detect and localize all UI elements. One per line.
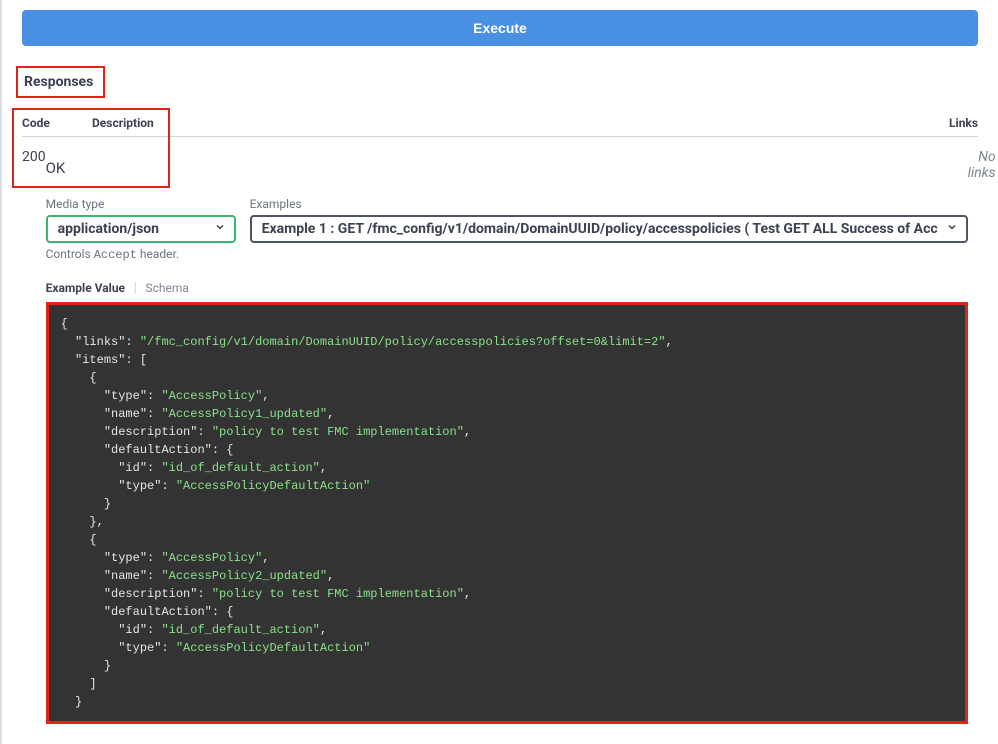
hint-suffix: header. xyxy=(137,247,179,261)
media-type-value: application/json xyxy=(58,221,206,237)
hint-prefix: Controls xyxy=(46,247,94,261)
response-code: 200 xyxy=(22,147,46,165)
examples-block: Examples Example 1 : GET /fmc_config/v1/… xyxy=(250,197,968,262)
column-header-links: Links xyxy=(918,116,978,130)
media-type-select[interactable]: application/json xyxy=(46,215,236,243)
example-code-highlight: { "links": "/fmc_config/v1/domain/Domain… xyxy=(46,302,968,724)
chevron-down-icon xyxy=(214,221,226,237)
media-examples-row: Media type application/json Controls Acc… xyxy=(46,197,968,262)
response-status-text: OK xyxy=(46,159,968,177)
responses-heading: Responses xyxy=(16,66,105,98)
hint-code: Accept xyxy=(94,248,137,262)
examples-value: Example 1 : GET /fmc_config/v1/domain/Do… xyxy=(262,221,938,237)
tab-schema[interactable]: Schema xyxy=(145,281,188,295)
response-table-header: Code Description Links xyxy=(22,116,978,137)
example-response-body[interactable]: { "links": "/fmc_config/v1/domain/Domain… xyxy=(49,305,965,721)
execute-button[interactable]: Execute xyxy=(22,10,978,46)
api-responses-panel: Execute Responses Code Description Links… xyxy=(0,0,998,744)
tab-separator: | xyxy=(134,280,137,296)
media-type-label: Media type xyxy=(46,197,236,211)
examples-select[interactable]: Example 1 : GET /fmc_config/v1/domain/Do… xyxy=(250,215,968,243)
chevron-down-icon xyxy=(946,221,958,237)
responses-heading-text: Responses xyxy=(24,74,93,90)
column-header-description: Description xyxy=(92,116,918,130)
response-tabs: Example Value | Schema xyxy=(46,280,968,296)
media-type-block: Media type application/json Controls Acc… xyxy=(46,197,236,262)
tab-example-value[interactable]: Example Value xyxy=(46,281,125,295)
response-row: 200 OK Media type application/json Contr… xyxy=(22,147,978,724)
media-type-hint: Controls Accept header. xyxy=(46,247,236,262)
column-header-code: Code xyxy=(22,116,92,130)
examples-label: Examples xyxy=(250,197,968,211)
response-description-cell: OK Media type application/json Controls … xyxy=(46,147,968,724)
response-links-value: No links xyxy=(968,147,996,181)
